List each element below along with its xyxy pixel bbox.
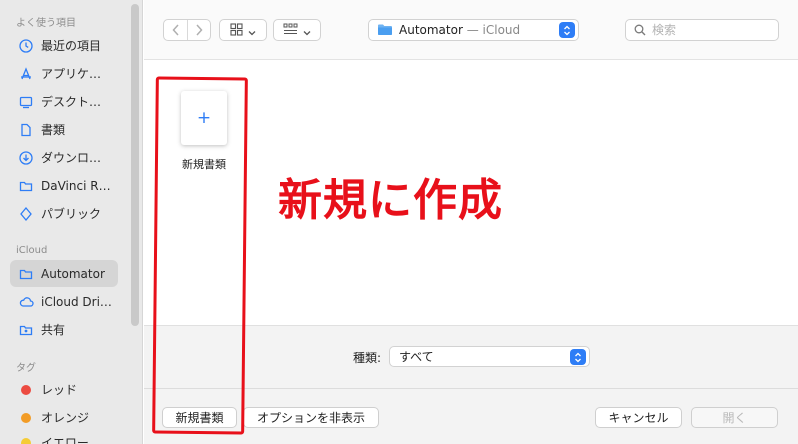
- sidebar-tag-yellow[interactable]: イエロー: [10, 429, 118, 444]
- search-icon: [634, 21, 646, 40]
- sidebar-item-icloud-drive[interactable]: iCloud Dri…: [10, 288, 118, 315]
- sidebar-item-recents[interactable]: 最近の項目: [10, 32, 118, 59]
- sidebar-item-label: デスクト…: [41, 95, 102, 109]
- folder-icon: [18, 266, 34, 282]
- popup-stepper-icon: [570, 349, 586, 365]
- file-kind-select[interactable]: すべて: [389, 346, 590, 367]
- location-text: Automator — iCloud: [399, 23, 520, 37]
- location-popup[interactable]: Automator — iCloud: [368, 19, 579, 41]
- search-input[interactable]: [652, 23, 772, 37]
- tag-color-dot: [18, 435, 34, 444]
- sidebar-item-label: 書類: [41, 123, 66, 137]
- hide-options-button[interactable]: オプションを非表示: [243, 407, 379, 428]
- sidebar-tag-red[interactable]: レッド: [10, 376, 118, 403]
- apps-icon: [18, 66, 34, 82]
- public-icon: [18, 206, 34, 222]
- sidebar-item-label: DaVinci R…: [41, 178, 111, 193]
- chevron-left-icon: [171, 21, 180, 40]
- icloud-header: iCloud: [16, 245, 48, 256]
- sidebar: よく使う項目 最近の項目 アプリケ… デスクト… 書類 ダウンロ… DaVinc…: [0, 0, 143, 444]
- sidebar-item-label: ダウンロ…: [41, 151, 102, 165]
- document-icon: [18, 122, 34, 138]
- chevron-down-icon: [248, 21, 256, 40]
- sidebar-item-automator[interactable]: Automator: [10, 260, 118, 287]
- view-mode-button[interactable]: [219, 19, 267, 41]
- sidebar-item-shared[interactable]: 共有: [10, 316, 118, 343]
- sidebar-item-davinci[interactable]: DaVinci R…: [10, 172, 118, 199]
- open-button[interactable]: 開く: [691, 407, 778, 428]
- annotation-text: 新規に作成: [278, 175, 503, 226]
- tags-header: タグ: [16, 363, 36, 374]
- sidebar-item-label: iCloud Dri…: [41, 294, 112, 309]
- sidebar-item-label: レッド: [41, 383, 78, 397]
- icon-view-icon: [230, 21, 243, 40]
- folder-icon: [18, 178, 34, 194]
- file-kind-value: すべて: [399, 350, 434, 364]
- sidebar-item-public[interactable]: パブリック: [10, 200, 118, 227]
- tag-color-dot: [18, 410, 34, 426]
- forward-button[interactable]: [187, 20, 210, 40]
- clock-icon: [18, 38, 34, 54]
- open-file-dialog: よく使う項目 最近の項目 アプリケ… デスクト… 書類 ダウンロ… DaVinc…: [0, 0, 798, 444]
- sidebar-item-label: Automator: [41, 266, 105, 281]
- sidebar-tag-orange[interactable]: オレンジ: [10, 404, 118, 431]
- group-by-button[interactable]: [273, 19, 321, 41]
- cancel-button[interactable]: キャンセル: [595, 407, 682, 428]
- popup-stepper-icon: [559, 22, 575, 38]
- sidebar-item-label: アプリケ…: [41, 67, 102, 81]
- favorites-header: よく使う項目: [16, 18, 76, 29]
- group-icon: [283, 21, 298, 40]
- annotation-highlight-box: [152, 76, 248, 435]
- history-nav: [163, 19, 211, 41]
- sidebar-item-label: オレンジ: [41, 411, 90, 425]
- file-kind-label: 種類:: [353, 351, 382, 365]
- sidebar-item-downloads[interactable]: ダウンロ…: [10, 144, 118, 171]
- back-button[interactable]: [164, 20, 187, 40]
- sidebar-scrollbar[interactable]: [131, 4, 139, 326]
- toolbar: Automator — iCloud: [144, 0, 798, 60]
- search-field[interactable]: [625, 19, 779, 41]
- desktop-icon: [18, 94, 34, 110]
- tag-color-dot: [18, 382, 34, 398]
- sidebar-item-applications[interactable]: アプリケ…: [10, 60, 118, 87]
- shared-folder-icon: [18, 322, 34, 338]
- sidebar-item-label: パブリック: [41, 207, 102, 221]
- folder-icon: [377, 21, 393, 40]
- download-icon: [18, 150, 34, 166]
- location-name: Automator: [399, 23, 463, 37]
- location-sub: — iCloud: [462, 23, 521, 37]
- cloud-icon: [18, 294, 34, 310]
- sidebar-item-label: 共有: [41, 323, 66, 337]
- sidebar-item-label: イエロー: [41, 436, 89, 444]
- chevron-right-icon: [195, 21, 203, 40]
- chevron-down-icon: [303, 21, 311, 40]
- sidebar-item-desktop[interactable]: デスクト…: [10, 88, 118, 115]
- sidebar-item-label: 最近の項目: [41, 39, 102, 53]
- sidebar-item-documents[interactable]: 書類: [10, 116, 118, 143]
